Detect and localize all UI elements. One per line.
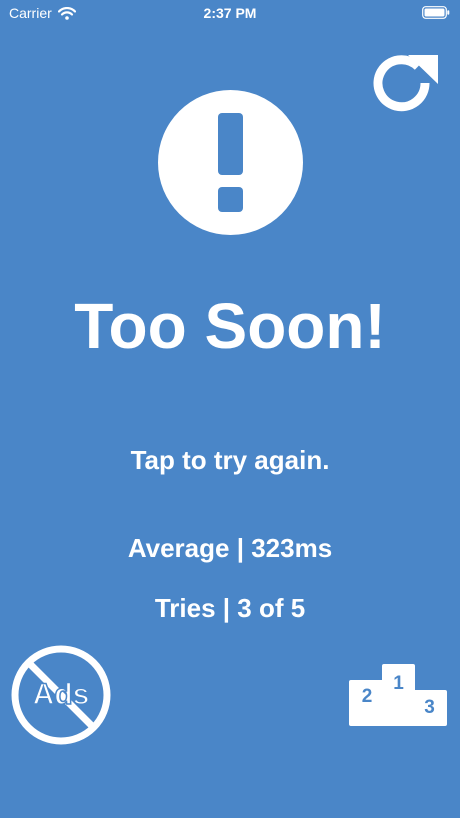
podium-first-label: 1 [393, 673, 404, 694]
tries-stat: Tries | 3 of 5 [154, 593, 306, 623]
alert-badge [158, 90, 303, 235]
leaderboard-button[interactable]: 2 1 3 [349, 664, 447, 726]
podium-third-label: 3 [424, 697, 435, 718]
status-time: 2:37 PM [203, 5, 257, 21]
podium-first-block: 1 [382, 664, 415, 726]
no-ads-label: Ads [32, 677, 90, 712]
remove-ads-button[interactable]: Ads [10, 644, 112, 746]
result-headline: Too Soon! [74, 290, 386, 362]
status-bar: Carrier 2:37 PM [0, 0, 460, 26]
podium-second-block: 2 [349, 680, 385, 726]
average-stat: Average | 323ms [127, 533, 333, 563]
podium-second-label: 2 [361, 686, 373, 707]
podium-third-block: 3 [412, 690, 447, 726]
exclamation-dot [218, 187, 243, 212]
refresh-icon [373, 55, 438, 112]
exclamation-bar [218, 113, 243, 175]
tap-instruction: Tap to try again. [130, 445, 330, 475]
refresh-button[interactable] [370, 50, 440, 116]
battery-full-icon [422, 6, 450, 19]
